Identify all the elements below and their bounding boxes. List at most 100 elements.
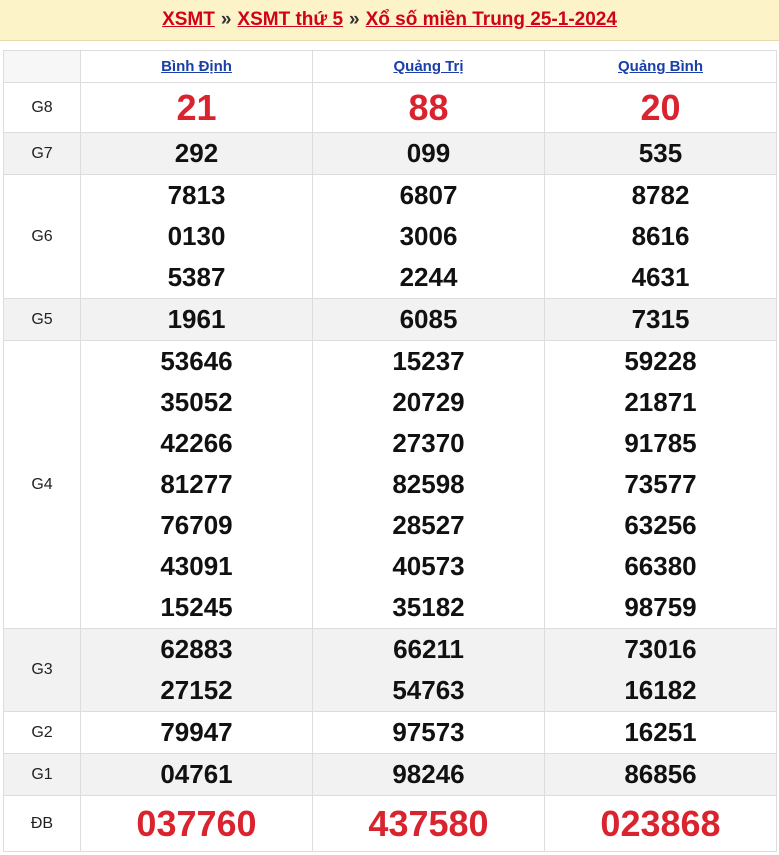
prize-number: 79947	[160, 717, 233, 747]
prize-number: 7315	[631, 304, 690, 334]
prize-number: 73577	[624, 469, 697, 499]
prize-cell: 535	[544, 132, 777, 175]
province-link-binh-dinh[interactable]: Bình Định	[161, 58, 232, 75]
prize-cell: 16251	[544, 711, 777, 754]
prize-number: 037760	[136, 803, 257, 844]
prize-number: 21	[176, 87, 217, 128]
prize-number: 15245	[160, 592, 233, 622]
page-header: XSMT » XSMT thứ 5 » Xổ số miền Trung 25-…	[0, 0, 779, 41]
corner-cell	[3, 50, 81, 83]
prize-number: 73016	[624, 634, 697, 664]
prize-label: G6	[3, 174, 81, 299]
prize-label: G2	[3, 711, 81, 754]
prize-number: 292	[174, 138, 219, 168]
prize-cell: 88	[312, 82, 545, 133]
prize-number: 8782	[631, 180, 690, 210]
prize-cell: 97573	[312, 711, 545, 754]
prize-number: 53646	[160, 346, 233, 376]
prize-cell: 7813 0130 5387	[80, 174, 313, 299]
prize-row: G1 04761 98246 86856	[3, 753, 777, 796]
prize-cell: 98246	[312, 753, 545, 796]
prize-number: 16182	[624, 675, 697, 705]
prize-number: 35182	[392, 592, 465, 622]
prize-number: 76709	[160, 510, 233, 540]
prize-label: ĐB	[3, 795, 81, 852]
province-link-quang-binh[interactable]: Quảng Bình	[618, 58, 703, 75]
prize-number: 099	[406, 138, 451, 168]
prize-number: 7813	[167, 180, 226, 210]
prize-number: 82598	[392, 469, 465, 499]
province-link-quang-tri[interactable]: Quảng Trị	[393, 58, 463, 75]
prize-cell: 04761	[80, 753, 313, 796]
prize-number: 54763	[392, 675, 465, 705]
prize-cell: 7315	[544, 298, 777, 341]
prize-number: 63256	[624, 510, 697, 540]
xsmt-link[interactable]: XSMT	[162, 9, 215, 31]
prize-number: 62883	[160, 634, 233, 664]
xsmt-thu5-link[interactable]: XSMT thứ 5	[237, 9, 343, 31]
prize-row: G5 1961 6085 7315	[3, 298, 777, 341]
prize-number: 023868	[600, 803, 721, 844]
prize-number: 2244	[399, 262, 458, 292]
prize-number: 16251	[624, 717, 697, 747]
prize-label: G1	[3, 753, 81, 796]
prize-number: 28527	[392, 510, 465, 540]
prize-label: G5	[3, 298, 81, 341]
prize-number: 0130	[167, 221, 226, 251]
prize-number: 27152	[160, 675, 233, 705]
prize-number: 59228	[624, 346, 697, 376]
prize-number: 98246	[392, 759, 465, 789]
prize-cell: 037760	[80, 795, 313, 852]
prize-cell: 1961	[80, 298, 313, 341]
prize-cell: 21	[80, 82, 313, 133]
xsmt-date-link[interactable]: Xổ số miền Trung 25-1-2024	[366, 9, 617, 31]
prize-number: 4631	[631, 262, 690, 292]
province-header-row: Bình Định Quảng Trị Quảng Bình	[3, 50, 777, 83]
prize-number: 88	[408, 87, 449, 128]
prize-number: 3006	[399, 221, 458, 251]
prize-row: G4 53646 35052 42266 81277 76709 43091 15245 152…	[3, 340, 777, 629]
prize-cell: 6085	[312, 298, 545, 341]
prize-number: 15237	[392, 346, 465, 376]
prize-cell: 73016 16182	[544, 628, 777, 712]
prize-number: 8616	[631, 221, 690, 251]
prize-number: 6807	[399, 180, 458, 210]
prize-label: G8	[3, 82, 81, 133]
prize-cell: 292	[80, 132, 313, 175]
prize-cell: 20	[544, 82, 777, 133]
prize-number: 66380	[624, 551, 697, 581]
prize-cell: 62883 27152	[80, 628, 313, 712]
results-table: Bình Định Quảng Trị Quảng Bình G8 21 88 20 G…	[3, 50, 777, 852]
prize-number: 27370	[392, 428, 465, 458]
prize-number: 1961	[167, 304, 226, 334]
prize-cell: 59228 21871 91785 73577 63256 66380 98759	[544, 340, 777, 629]
prize-cell: 86856	[544, 753, 777, 796]
prize-number: 21871	[624, 387, 697, 417]
prize-row: G8 21 88 20	[3, 82, 777, 133]
prize-number: 535	[638, 138, 683, 168]
prize-row: G6 7813 0130 5387 6807 3006 2244 8782 8616 4631	[3, 174, 777, 299]
prize-cell: 79947	[80, 711, 313, 754]
prize-cell: 53646 35052 42266 81277 76709 43091 15245	[80, 340, 313, 629]
prize-cell: 8782 8616 4631	[544, 174, 777, 299]
prize-number: 43091	[160, 551, 233, 581]
prize-number: 42266	[160, 428, 233, 458]
prize-number: 40573	[392, 551, 465, 581]
prize-cell: 023868	[544, 795, 777, 852]
prize-cell: 6807 3006 2244	[312, 174, 545, 299]
prize-rows: G8 21 88 20 G7 292 099 535 G6 7813 0130 5387 6807 300…	[3, 82, 777, 852]
province-header: Quảng Bình	[544, 50, 777, 83]
prize-number: 91785	[624, 428, 697, 458]
prize-row: G3 62883 27152 66211 54763 73016 16182	[3, 628, 777, 712]
prize-row: G2 79947 97573 16251	[3, 711, 777, 754]
prize-label: G4	[3, 340, 81, 629]
prize-number: 35052	[160, 387, 233, 417]
prize-number: 97573	[392, 717, 465, 747]
prize-row: ĐB 037760 437580 023868	[3, 795, 777, 852]
breadcrumb-separator: »	[220, 9, 232, 30]
prize-cell: 099	[312, 132, 545, 175]
breadcrumb-separator: »	[349, 9, 360, 30]
prize-label: G7	[3, 132, 81, 175]
prize-number: 20	[640, 87, 681, 128]
prize-cell: 437580	[312, 795, 545, 852]
